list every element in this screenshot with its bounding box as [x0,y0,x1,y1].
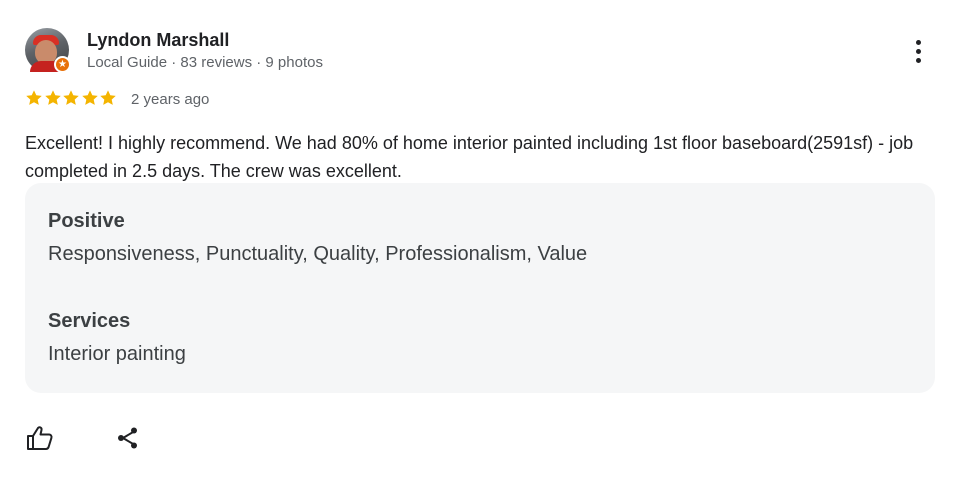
thumbs-up-icon [27,426,53,450]
star-icon [81,90,98,105]
review-text: Excellent! I highly recommend. We had 80… [25,133,914,181]
attribute-heading-services: Services [48,310,131,332]
more-vertical-icon-dot-1 [916,40,921,45]
review-attributes-panel: Positive Responsiveness, Punctuality, Qu… [25,183,935,393]
attribute-value-positive: Responsiveness, Punctuality, Quality, Pr… [48,243,588,265]
more-vertical-icon-dot-3 [916,58,921,63]
star-icon [100,90,116,105]
share-button[interactable] [112,422,144,454]
star-icon [26,90,42,105]
author-meta[interactable]: Local Guide · 83 reviews · 9 photos [87,54,323,71]
star-icon [63,90,79,105]
attribute-heading-positive: Positive [48,210,125,232]
attribute-value-services: Interior painting [48,343,186,365]
star-icon [44,90,61,105]
local-guide-badge-icon: ★ [54,56,71,73]
author-name[interactable]: Lyndon Marshall [87,30,229,51]
review-date: 2 years ago [131,91,210,108]
avatar[interactable]: ★ [25,28,71,73]
more-vertical-icon-dot-2 [916,49,921,54]
more-options-button[interactable] [902,36,934,68]
review-card: ★ Lyndon Marshall Local Guide · 83 revie… [0,0,960,477]
like-button[interactable] [24,422,56,454]
share-icon [118,427,137,449]
star-rating [25,89,118,109]
